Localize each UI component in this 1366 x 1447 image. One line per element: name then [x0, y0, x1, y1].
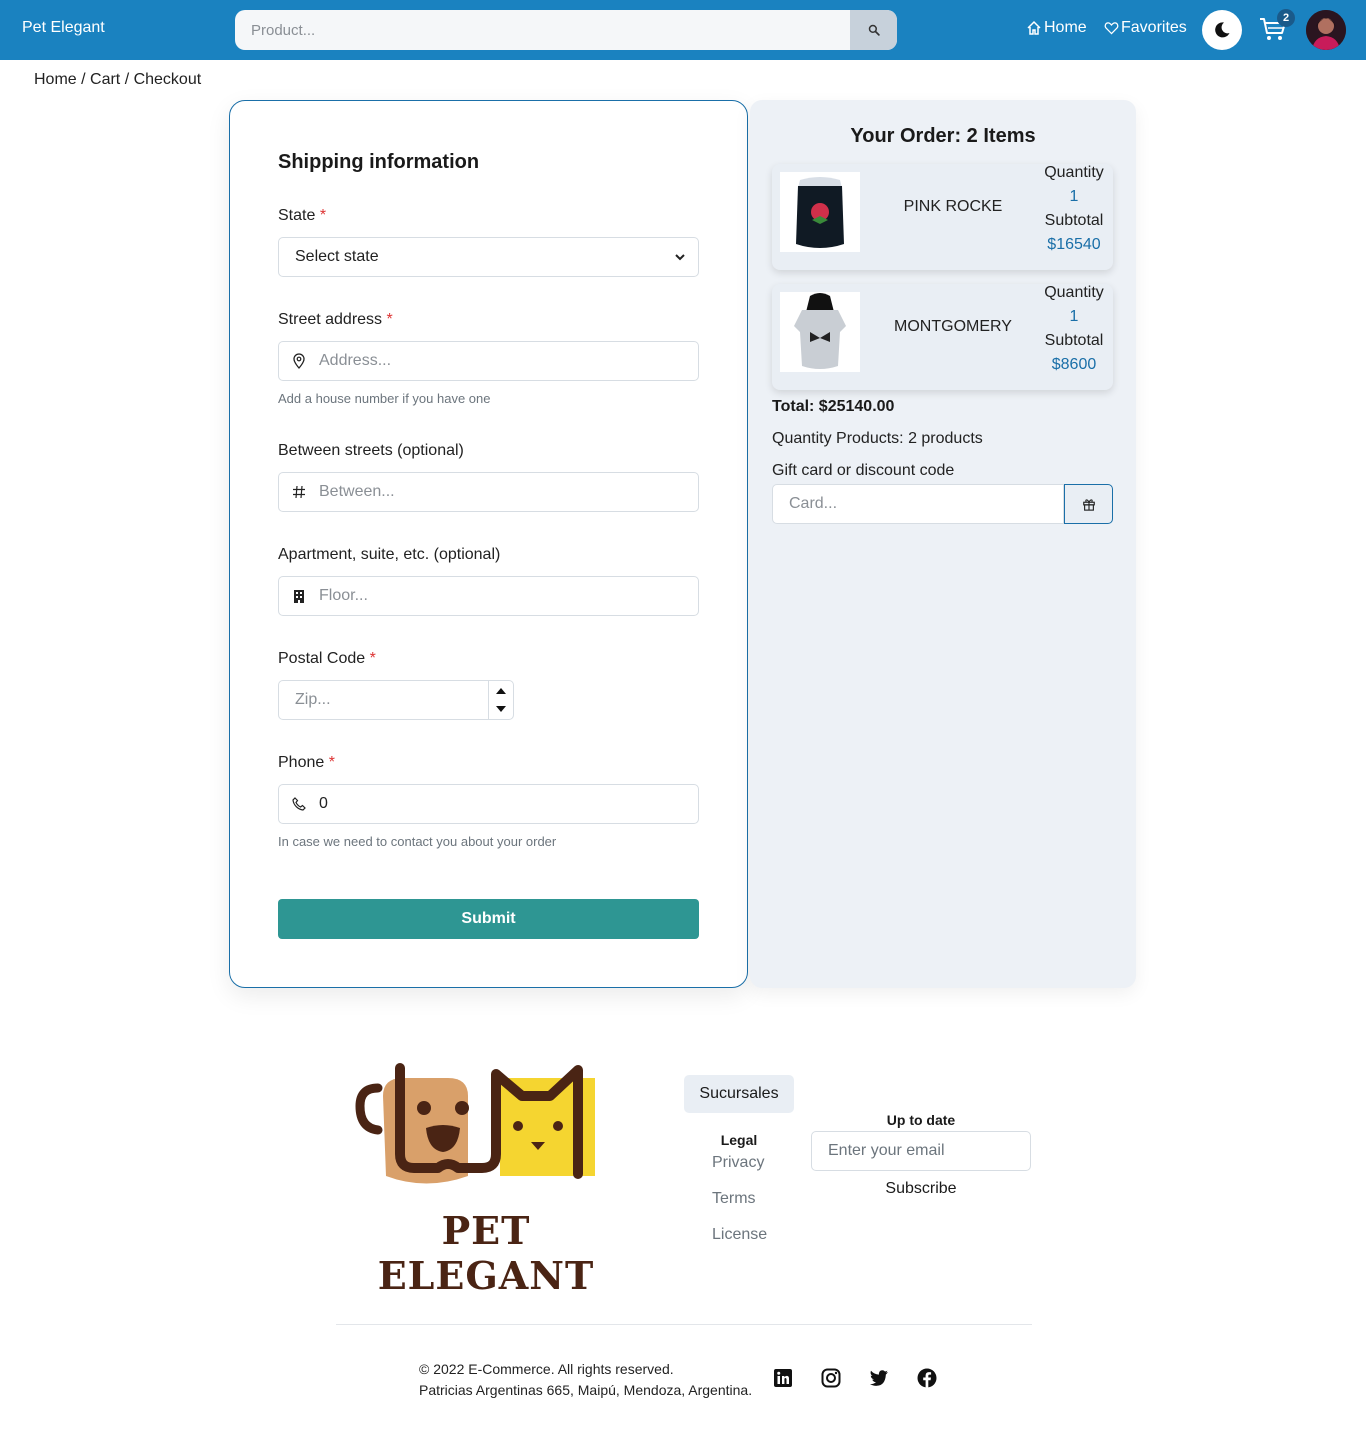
navbar: Pet Elegant Home Favorites 2	[0, 0, 1366, 60]
shipping-title: Shipping information	[278, 151, 480, 173]
quantity-products: Quantity Products: 2 products	[772, 430, 983, 447]
breadcrumb[interactable]: Home / Cart / Checkout	[34, 71, 201, 89]
nav-favorites-link[interactable]: Favorites	[1104, 19, 1187, 37]
order-total: Total: $25140.00	[772, 398, 895, 415]
twitter-icon[interactable]	[868, 1367, 890, 1389]
hash-icon	[293, 485, 305, 499]
product-name: PINK ROCKE	[903, 198, 1003, 215]
submit-button[interactable]: Submit	[278, 899, 699, 939]
required-mark: *	[319, 207, 327, 224]
subtotal-label: Subtotal	[1044, 212, 1104, 229]
brand-link[interactable]: Pet Elegant	[22, 19, 105, 37]
linkedin-icon[interactable]	[772, 1367, 794, 1389]
postal-label-text: Postal Code	[278, 650, 366, 667]
quantity-value: 1	[1069, 308, 1079, 325]
between-field	[278, 472, 699, 512]
location-pin-icon	[293, 353, 305, 369]
between-input[interactable]	[319, 473, 689, 511]
footer-logo: PET ELEGANT	[338, 1056, 634, 1298]
apartment-field	[278, 576, 699, 616]
cart-count-badge: 2	[1277, 9, 1295, 27]
newsletter-heading: Up to date	[886, 1112, 956, 1128]
phone-field	[278, 784, 699, 824]
phone-label-text: Phone	[278, 754, 325, 771]
order-title: Your Order: 2 Items	[850, 125, 1036, 147]
cart-button[interactable]: 2	[1258, 9, 1295, 46]
product-image	[780, 172, 860, 252]
quantity-label: Quantity	[1044, 284, 1104, 301]
search-icon	[868, 24, 880, 36]
gift-icon	[1082, 499, 1095, 511]
gift-card-field	[772, 484, 1064, 524]
postal-label: Postal Code *	[278, 650, 376, 668]
theme-toggle-button[interactable]	[1202, 10, 1242, 50]
subscribe-button[interactable]: Subscribe	[811, 1180, 1031, 1198]
copyright-text: © 2022 E-Commerce. All rights reserved.	[419, 1361, 674, 1377]
user-avatar[interactable]	[1306, 10, 1346, 50]
apartment-input[interactable]	[319, 577, 689, 615]
facebook-icon[interactable]	[916, 1367, 938, 1389]
license-link[interactable]: License	[712, 1226, 767, 1244]
subtotal-label: Subtotal	[1044, 332, 1104, 349]
order-item: MONTGOMERY Quantity 1 Subtotal $8600	[772, 284, 1113, 390]
instagram-icon[interactable]	[820, 1367, 842, 1389]
logo-text: PET ELEGANT	[377, 1208, 595, 1298]
home-icon	[1027, 20, 1041, 35]
phone-label: Phone *	[278, 754, 335, 772]
nav-favorites-label: Favorites	[1121, 19, 1187, 36]
caret-down-icon[interactable]	[489, 700, 513, 718]
postal-field	[278, 680, 514, 720]
apply-gift-button[interactable]	[1064, 484, 1113, 524]
moon-icon	[1215, 22, 1230, 38]
subtotal-value: $16540	[1047, 236, 1101, 253]
street-label-text: Street address	[278, 311, 383, 328]
newsletter-email-input[interactable]	[812, 1132, 1030, 1170]
building-icon	[294, 590, 304, 603]
quantity-label: Quantity	[1044, 164, 1104, 181]
quantity-value: 1	[1069, 188, 1079, 205]
order-summary-card: Your Order: 2 Items PINK ROCKE Quantity …	[750, 100, 1136, 988]
between-label: Between streets (optional)	[278, 442, 464, 459]
gift-card-input[interactable]	[773, 485, 1063, 523]
street-input[interactable]	[319, 342, 689, 380]
nav-home-label: Home	[1044, 19, 1087, 36]
caret-up-icon[interactable]	[489, 682, 513, 700]
postal-stepper[interactable]	[488, 681, 513, 719]
gift-card-label: Gift card or discount code	[772, 462, 955, 479]
footer-divider	[336, 1324, 1032, 1325]
required-mark: *	[328, 754, 335, 771]
branches-button[interactable]: Sucursales	[684, 1075, 794, 1113]
address-text: Patricias Argentinas 665, Maipú, Mendoza…	[419, 1382, 753, 1398]
state-label-text: State	[278, 207, 316, 224]
state-select-value: Select state	[295, 248, 379, 265]
street-hint: Add a house number if you have one	[278, 391, 491, 406]
street-label: Street address *	[278, 311, 393, 329]
shipping-form-card: Shipping information State * Select stat…	[229, 100, 748, 988]
search-input[interactable]	[235, 10, 850, 50]
terms-link[interactable]: Terms	[712, 1190, 756, 1208]
heart-icon	[1104, 22, 1119, 35]
subtotal-value: $8600	[1051, 356, 1097, 373]
nav-home-link[interactable]: Home	[1026, 19, 1087, 37]
state-select[interactable]: Select state	[278, 237, 699, 277]
chevron-down-icon	[675, 254, 685, 261]
state-label: State *	[278, 207, 326, 225]
phone-input[interactable]	[319, 785, 689, 823]
order-item: PINK ROCKE Quantity 1 Subtotal $16540	[772, 164, 1113, 270]
product-image	[780, 292, 860, 372]
apartment-label: Apartment, suite, etc. (optional)	[278, 546, 501, 563]
phone-icon	[292, 797, 306, 811]
required-mark: *	[369, 650, 376, 667]
footer-copyright: © 2022 E-Commerce. All rights reserved. …	[419, 1359, 752, 1401]
required-mark: *	[386, 311, 393, 328]
legal-heading: Legal	[720, 1132, 758, 1148]
privacy-link[interactable]: Privacy	[712, 1154, 764, 1172]
postal-input[interactable]	[279, 681, 479, 719]
search-bar	[235, 10, 897, 50]
street-field	[278, 341, 699, 381]
phone-hint: In case we need to contact you about you…	[278, 834, 557, 849]
newsletter-email-field	[811, 1131, 1031, 1171]
search-button[interactable]	[850, 10, 897, 50]
product-name: MONTGOMERY	[894, 318, 1012, 335]
